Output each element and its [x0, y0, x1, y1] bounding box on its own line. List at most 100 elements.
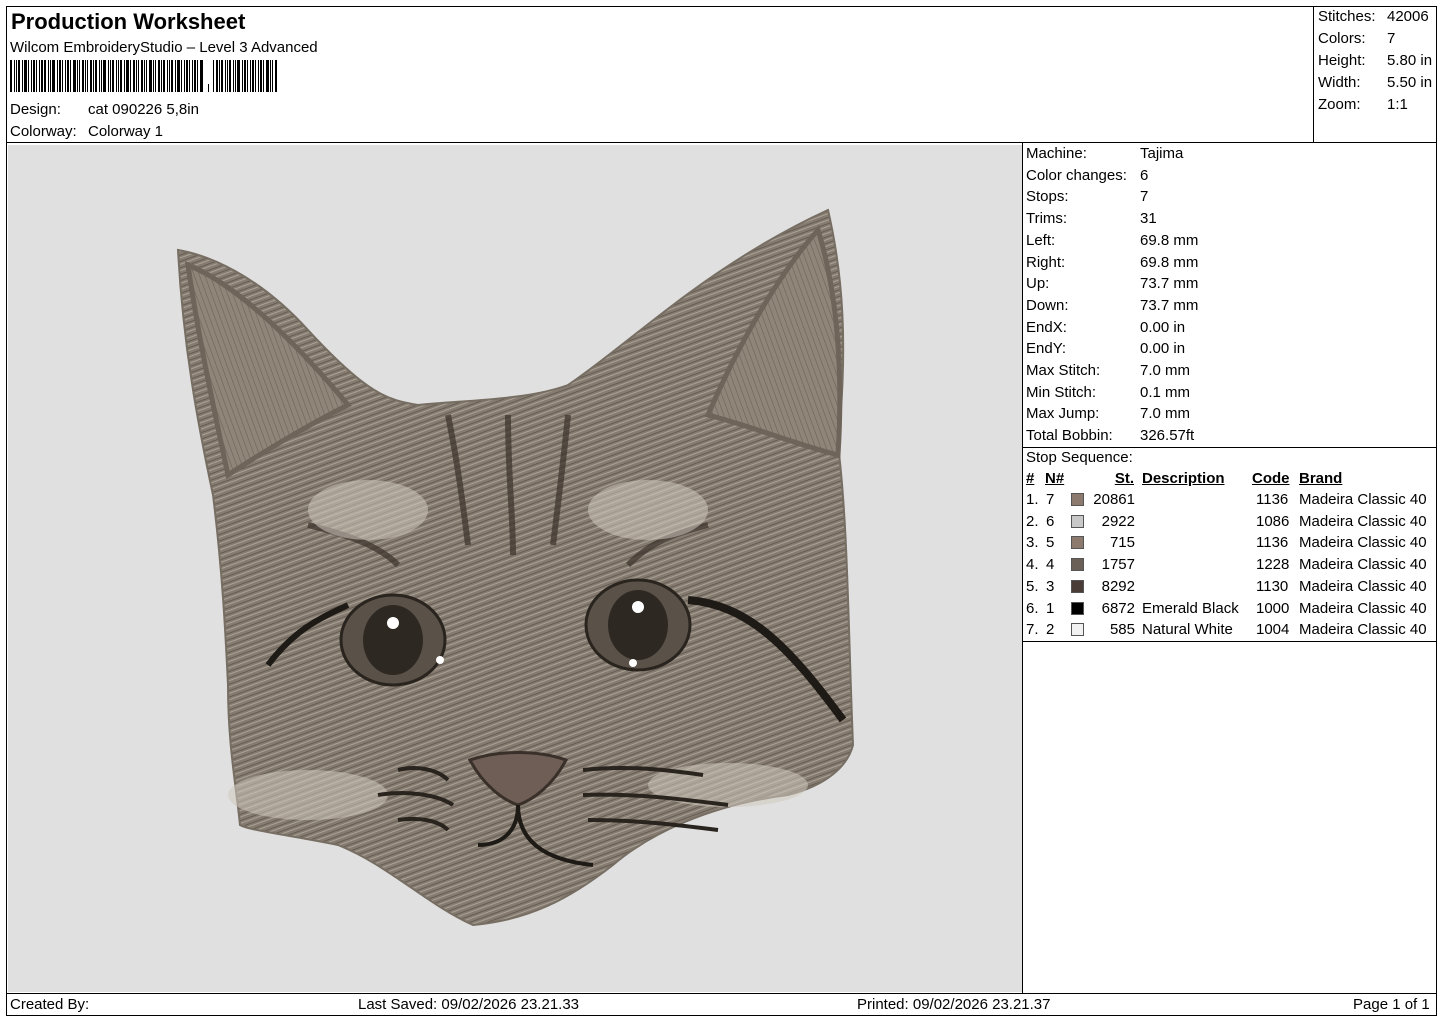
stop-num: 1. [1026, 491, 1039, 508]
barcode-bar [242, 60, 243, 92]
barcode-bar [270, 60, 271, 92]
barcode-bar [41, 60, 43, 92]
stop-needle: 3 [1046, 577, 1055, 595]
stop-description: Natural White [1142, 621, 1233, 639]
stop-num: 3. [1026, 534, 1039, 552]
colorway-value: Colorway 1 [88, 123, 164, 140]
summary-value: 42006 [1387, 8, 1429, 25]
color-swatch [1071, 579, 1084, 593]
stop-code: 1004 [1256, 621, 1290, 639]
stop-code: 1136 [1256, 534, 1289, 552]
barcode-bar [16, 60, 17, 92]
barcode-bar [184, 60, 185, 92]
barcode-bar [247, 60, 248, 92]
summary-value: 5.80 in [1387, 52, 1433, 69]
stop-code: 1086 [1256, 512, 1290, 530]
stop-brand: Madeira Classic 40 [1299, 512, 1427, 530]
col-num: # [1026, 470, 1035, 487]
barcode-bar [87, 60, 88, 92]
barcode-bar [225, 60, 226, 92]
stop-brand: Madeira Classic 40 [1299, 577, 1427, 595]
barcode [10, 60, 278, 92]
summary-label: Width: [1318, 74, 1361, 91]
cat-embroidery-image [176, 208, 855, 927]
barcode-bar [31, 60, 32, 92]
printed-date: Printed: 09/02/2026 23.21.37 [857, 996, 1051, 1013]
barcode-bar [95, 60, 97, 92]
barcode-bar [10, 60, 12, 92]
summary-value: 5.50 in [1387, 74, 1433, 91]
stop-stitches: 585 [1109, 621, 1135, 639]
barcode-bar [169, 60, 170, 92]
machine-value: 6 [1140, 166, 1149, 184]
barcode-bar [70, 60, 71, 92]
barcode-bar [44, 60, 46, 92]
stop-num: 2. [1026, 512, 1039, 530]
barcode-bar [116, 60, 117, 92]
barcode-bar [200, 60, 203, 92]
barcode-bar [244, 60, 246, 92]
last-saved: Last Saved: 09/02/2026 23.21.33 [358, 996, 580, 1013]
barcode-bar [149, 60, 152, 92]
barcode-bar [155, 60, 156, 92]
barcode-bar [255, 60, 256, 92]
barcode-bar [82, 60, 84, 92]
stop-needle: 7 [1046, 491, 1055, 508]
design-value: cat 090226 5,8in [88, 101, 199, 118]
barcode-bar [14, 60, 15, 92]
barcode-bar [50, 60, 51, 92]
summary-label: Colors: [1318, 30, 1366, 47]
stop-sequence-title: Stop Sequence: [1026, 449, 1133, 466]
barcode-bar [79, 60, 80, 92]
barcode-bar [28, 60, 29, 92]
color-swatch [1071, 623, 1084, 637]
software-name: Wilcom EmbroideryStudio – Level 3 Advanc… [10, 39, 318, 56]
barcode-bar [181, 60, 182, 92]
barcode-bar [108, 60, 109, 92]
barcode-bar [194, 60, 196, 92]
summary-value: 7 [1387, 30, 1396, 47]
machine-value: 326.57ft [1140, 427, 1195, 445]
stop-brand: Madeira Classic 40 [1299, 599, 1427, 617]
barcode-bar [158, 60, 160, 92]
barcode-bar [112, 60, 114, 92]
barcode-bar [101, 60, 102, 92]
machine-value: 0.00 in [1140, 340, 1186, 358]
stop-needle: 1 [1046, 599, 1055, 617]
barcode-bar [120, 60, 122, 92]
design-label: Design: [10, 101, 61, 118]
machine-value: 7 [1140, 188, 1149, 206]
col-code: Code [1252, 470, 1290, 487]
machine-label: Up: [1026, 275, 1050, 293]
stop-brand: Madeira Classic 40 [1299, 556, 1427, 574]
machine-label: EndX: [1026, 318, 1067, 336]
barcode-bar [260, 60, 262, 92]
barcode-bar [52, 60, 55, 92]
design-preview [8, 145, 1022, 992]
stop-stitches: 8292 [1101, 577, 1135, 595]
barcode-bar [189, 60, 190, 92]
barcode-bar [57, 60, 58, 92]
stop-num: 5. [1026, 577, 1039, 595]
footer-divider [6, 993, 1437, 994]
barcode-bar [141, 60, 143, 92]
barcode-bar [216, 60, 218, 92]
stop-brand: Madeira Classic 40 [1299, 621, 1427, 639]
stop-brand: Madeira Classic 40 [1299, 491, 1427, 508]
machine-label: Color changes: [1026, 166, 1127, 184]
barcode-bar [235, 60, 236, 92]
barcode-bar [213, 60, 214, 92]
barcode-bar [263, 60, 264, 92]
barcode-bar [275, 60, 277, 92]
barcode-bar [65, 60, 66, 92]
info-divider [1022, 142, 1023, 993]
barcode-bar [221, 60, 223, 92]
machine-value: 73.7 mm [1140, 296, 1199, 314]
barcode-bar [192, 60, 193, 92]
machine-label: Min Stitch: [1026, 383, 1097, 401]
barcode-bar [197, 60, 198, 92]
stop-num: 7. [1026, 621, 1039, 639]
col-st: St. [1114, 470, 1134, 487]
barcode-bar [33, 60, 35, 92]
barcode-bar [208, 84, 209, 92]
